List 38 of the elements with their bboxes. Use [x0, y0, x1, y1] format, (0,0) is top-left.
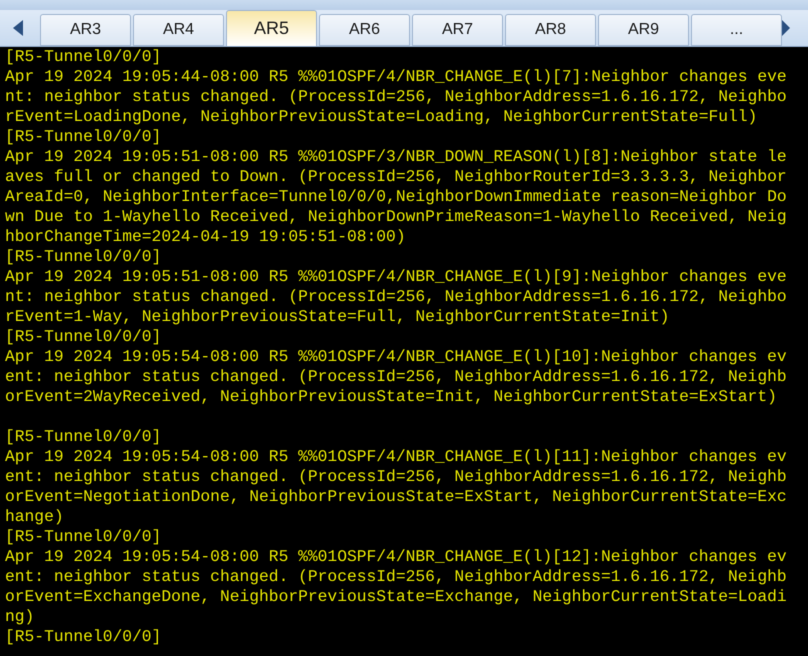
terminal-line: wn Due to 1-Wayhello Received, NeighborDownPrimeReason=1-Wayhello Received, Neig	[5, 207, 788, 227]
terminal-line: rEvent=1-Way, NeighborPreviousState=Full, NeighborCurrentState=Init)	[5, 307, 670, 327]
terminal-line: Apr 19 2024 19:05:51-08:00 R5 %%01OSPF/4/NBR_CHANGE_E(l)[9]:Neighbor changes eve	[5, 267, 788, 287]
tab[interactable]: AR7	[412, 14, 503, 46]
terminal-line: orEvent=ExchangeDone, NeighborPreviousState=Exchange, NeighborCurrentState=Loadi	[5, 587, 788, 607]
terminal-line: [R5-Tunnel0/0/0]	[5, 47, 162, 67]
tab[interactable]: AR6	[319, 14, 410, 46]
terminal-line: rEvent=LoadingDone, NeighborPreviousState=Loading, NeighborCurrentState=Full)	[5, 107, 758, 127]
tab[interactable]: AR9	[598, 14, 689, 46]
terminal-line: [R5-Tunnel0/0/0]	[5, 127, 162, 147]
terminal-line: nt: neighbor status changed. (ProcessId=256, NeighborAddress=1.6.16.172, Neighbo	[5, 287, 788, 307]
terminal-line: Apr 19 2024 19:05:54-08:00 R5 %%01OSPF/4/NBR_CHANGE_E(l)[12]:Neighbor changes ev	[5, 547, 788, 567]
tab[interactable]: ...	[691, 14, 782, 46]
terminal-line: ng)	[5, 607, 36, 627]
terminal-line: [R5-Tunnel0/0/0]	[5, 527, 162, 547]
terminal-line: [R5-Tunnel0/0/0]	[5, 627, 162, 647]
tab[interactable]: AR3	[40, 14, 131, 46]
terminal-line: Apr 19 2024 19:05:44-08:00 R5 %%01OSPF/4/NBR_CHANGE_E(l)[7]:Neighbor changes eve	[5, 67, 788, 87]
terminal-line: ent: neighbor status changed. (ProcessId=256, NeighborAddress=1.6.16.172, Neighb	[5, 567, 788, 587]
terminal-line: [R5-Tunnel0/0/0]	[5, 427, 162, 447]
terminal-line: AreaId=0, NeighborInterface=Tunnel0/0/0,NeighborDownImmediate reason=Neighbor Do	[5, 187, 788, 207]
terminal-line: aves full or changed to Down. (ProcessId=256, NeighborRouterId=3.3.3.3, Neighbor	[5, 167, 788, 187]
terminal-line: ent: neighbor status changed. (ProcessId=256, NeighborAddress=1.6.16.172, Neighb	[5, 467, 788, 487]
tab[interactable]: AR8	[505, 14, 596, 46]
terminal-line: ent: neighbor status changed. (ProcessId=256, NeighborAddress=1.6.16.172, Neighb	[5, 367, 788, 387]
tab[interactable]: AR5	[226, 10, 317, 46]
terminal-line: orEvent=2WayReceived, NeighborPreviousState=Init, NeighborCurrentState=ExStart)	[5, 387, 778, 407]
terminal-line: hange)	[5, 507, 65, 527]
terminal-line: hborChangeTime=2024-04-19 19:05:51-08:00)	[5, 227, 407, 247]
scroll-left-icon[interactable]	[12, 19, 24, 37]
terminal-line: Apr 19 2024 19:05:54-08:00 R5 %%01OSPF/4/NBR_CHANGE_E(l)[11]:Neighbor changes ev	[5, 447, 788, 467]
terminal-line: [R5-Tunnel0/0/0]	[5, 327, 162, 347]
terminal-line: Apr 19 2024 19:05:54-08:00 R5 %%01OSPF/4/NBR_CHANGE_E(l)[10]:Neighbor changes ev	[5, 347, 788, 367]
terminal-line: [R5-Tunnel0/0/0]	[5, 247, 162, 267]
tab[interactable]: AR4	[133, 14, 224, 46]
terminal-line: orEvent=NegotiationDone, NeighborPreviousState=ExStart, NeighborCurrentState=Exc	[5, 487, 788, 507]
terminal-line: nt: neighbor status changed. (ProcessId=256, NeighborAddress=1.6.16.172, Neighbo	[5, 87, 788, 107]
terminal-line: Apr 19 2024 19:05:51-08:00 R5 %%01OSPF/3/NBR_DOWN_REASON(l)[8]:Neighbor state le	[5, 147, 788, 167]
